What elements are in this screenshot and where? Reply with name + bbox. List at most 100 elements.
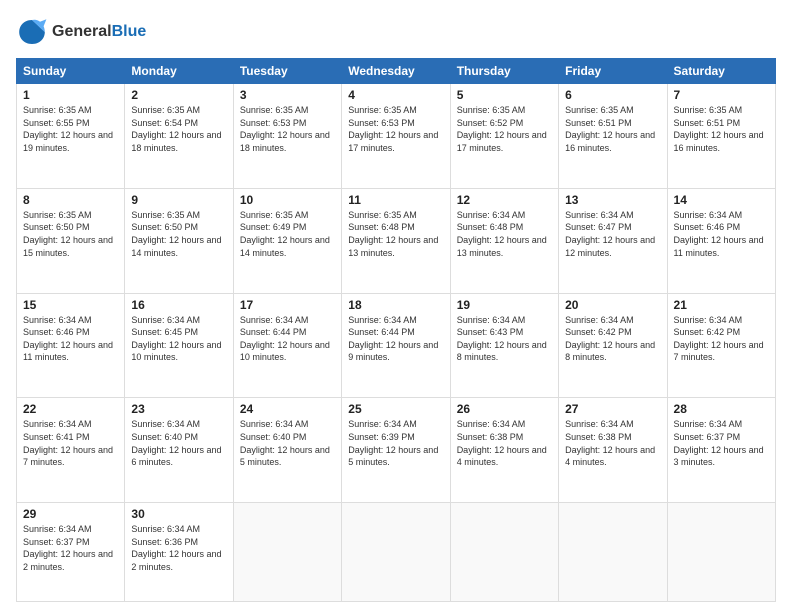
day-number: 4 — [348, 88, 443, 102]
calendar-day-cell: 13 Sunrise: 6:34 AM Sunset: 6:47 PM Dayl… — [559, 188, 667, 293]
calendar-day-cell: 29 Sunrise: 6:34 AM Sunset: 6:37 PM Dayl… — [17, 503, 125, 602]
sunset-label: Sunset: 6:54 PM — [131, 118, 198, 128]
daylight-label: Daylight: 12 hours and 6 minutes. — [131, 445, 221, 468]
daylight-label: Daylight: 12 hours and 17 minutes. — [348, 130, 438, 153]
logo-icon — [16, 16, 48, 48]
sunrise-label: Sunrise: 6:35 AM — [240, 210, 309, 220]
day-number: 12 — [457, 193, 552, 207]
daylight-label: Daylight: 12 hours and 18 minutes. — [240, 130, 330, 153]
day-number: 24 — [240, 402, 335, 416]
sunrise-label: Sunrise: 6:35 AM — [131, 210, 200, 220]
daylight-label: Daylight: 12 hours and 14 minutes. — [131, 235, 221, 258]
calendar-day-cell: 21 Sunrise: 6:34 AM Sunset: 6:42 PM Dayl… — [667, 293, 775, 398]
day-number: 1 — [23, 88, 118, 102]
day-info: Sunrise: 6:35 AM Sunset: 6:54 PM Dayligh… — [131, 104, 226, 154]
calendar-day-cell: 1 Sunrise: 6:35 AM Sunset: 6:55 PM Dayli… — [17, 84, 125, 189]
calendar-day-cell: 5 Sunrise: 6:35 AM Sunset: 6:52 PM Dayli… — [450, 84, 558, 189]
daylight-label: Daylight: 12 hours and 5 minutes. — [348, 445, 438, 468]
sunrise-label: Sunrise: 6:34 AM — [674, 419, 743, 429]
sunset-label: Sunset: 6:46 PM — [23, 327, 90, 337]
day-number: 18 — [348, 298, 443, 312]
sunrise-label: Sunrise: 6:34 AM — [23, 524, 92, 534]
sunrise-label: Sunrise: 6:35 AM — [457, 105, 526, 115]
sunset-label: Sunset: 6:46 PM — [674, 222, 741, 232]
sunrise-label: Sunrise: 6:35 AM — [348, 105, 417, 115]
sunset-label: Sunset: 6:44 PM — [240, 327, 307, 337]
day-info: Sunrise: 6:35 AM Sunset: 6:51 PM Dayligh… — [565, 104, 660, 154]
sunset-label: Sunset: 6:53 PM — [348, 118, 415, 128]
calendar-week-row: 1 Sunrise: 6:35 AM Sunset: 6:55 PM Dayli… — [17, 84, 776, 189]
day-number: 21 — [674, 298, 769, 312]
day-number: 3 — [240, 88, 335, 102]
sunrise-label: Sunrise: 6:35 AM — [23, 210, 92, 220]
calendar-week-row: 29 Sunrise: 6:34 AM Sunset: 6:37 PM Dayl… — [17, 503, 776, 602]
day-info: Sunrise: 6:35 AM Sunset: 6:52 PM Dayligh… — [457, 104, 552, 154]
sunrise-label: Sunrise: 6:35 AM — [23, 105, 92, 115]
day-info: Sunrise: 6:34 AM Sunset: 6:42 PM Dayligh… — [565, 314, 660, 364]
calendar-day-cell: 3 Sunrise: 6:35 AM Sunset: 6:53 PM Dayli… — [233, 84, 341, 189]
day-number: 23 — [131, 402, 226, 416]
sunrise-label: Sunrise: 6:35 AM — [674, 105, 743, 115]
calendar-day-cell: 14 Sunrise: 6:34 AM Sunset: 6:46 PM Dayl… — [667, 188, 775, 293]
daylight-label: Daylight: 12 hours and 7 minutes. — [23, 445, 113, 468]
weekday-header: Saturday — [667, 59, 775, 84]
calendar-day-cell: 30 Sunrise: 6:34 AM Sunset: 6:36 PM Dayl… — [125, 503, 233, 602]
sunrise-label: Sunrise: 6:34 AM — [565, 419, 634, 429]
calendar-day-cell — [667, 503, 775, 602]
calendar-day-cell — [450, 503, 558, 602]
sunset-label: Sunset: 6:37 PM — [674, 432, 741, 442]
sunrise-label: Sunrise: 6:34 AM — [565, 315, 634, 325]
page: GeneralBlue SundayMondayTuesdayWednesday… — [0, 0, 792, 612]
sunrise-label: Sunrise: 6:35 AM — [131, 105, 200, 115]
calendar-day-cell: 23 Sunrise: 6:34 AM Sunset: 6:40 PM Dayl… — [125, 398, 233, 503]
calendar-day-cell: 7 Sunrise: 6:35 AM Sunset: 6:51 PM Dayli… — [667, 84, 775, 189]
sunrise-label: Sunrise: 6:34 AM — [348, 315, 417, 325]
daylight-label: Daylight: 12 hours and 18 minutes. — [131, 130, 221, 153]
day-number: 26 — [457, 402, 552, 416]
sunset-label: Sunset: 6:36 PM — [131, 537, 198, 547]
day-number: 16 — [131, 298, 226, 312]
day-info: Sunrise: 6:35 AM Sunset: 6:49 PM Dayligh… — [240, 209, 335, 259]
daylight-label: Daylight: 12 hours and 17 minutes. — [457, 130, 547, 153]
calendar-day-cell — [342, 503, 450, 602]
logo-text: GeneralBlue — [52, 23, 146, 41]
calendar-day-cell: 22 Sunrise: 6:34 AM Sunset: 6:41 PM Dayl… — [17, 398, 125, 503]
day-number: 30 — [131, 507, 226, 521]
daylight-label: Daylight: 12 hours and 7 minutes. — [674, 340, 764, 363]
day-number: 27 — [565, 402, 660, 416]
sunset-label: Sunset: 6:51 PM — [674, 118, 741, 128]
calendar-day-cell: 2 Sunrise: 6:35 AM Sunset: 6:54 PM Dayli… — [125, 84, 233, 189]
sunrise-label: Sunrise: 6:34 AM — [23, 419, 92, 429]
sunset-label: Sunset: 6:38 PM — [457, 432, 524, 442]
day-number: 5 — [457, 88, 552, 102]
sunset-label: Sunset: 6:43 PM — [457, 327, 524, 337]
daylight-label: Daylight: 12 hours and 13 minutes. — [457, 235, 547, 258]
day-number: 17 — [240, 298, 335, 312]
calendar-day-cell: 24 Sunrise: 6:34 AM Sunset: 6:40 PM Dayl… — [233, 398, 341, 503]
calendar-week-row: 8 Sunrise: 6:35 AM Sunset: 6:50 PM Dayli… — [17, 188, 776, 293]
sunset-label: Sunset: 6:38 PM — [565, 432, 632, 442]
calendar-day-cell: 11 Sunrise: 6:35 AM Sunset: 6:48 PM Dayl… — [342, 188, 450, 293]
sunset-label: Sunset: 6:40 PM — [240, 432, 307, 442]
daylight-label: Daylight: 12 hours and 13 minutes. — [348, 235, 438, 258]
day-info: Sunrise: 6:35 AM Sunset: 6:55 PM Dayligh… — [23, 104, 118, 154]
daylight-label: Daylight: 12 hours and 14 minutes. — [240, 235, 330, 258]
calendar-week-row: 22 Sunrise: 6:34 AM Sunset: 6:41 PM Dayl… — [17, 398, 776, 503]
daylight-label: Daylight: 12 hours and 16 minutes. — [674, 130, 764, 153]
daylight-label: Daylight: 12 hours and 16 minutes. — [565, 130, 655, 153]
sunrise-label: Sunrise: 6:34 AM — [131, 524, 200, 534]
calendar-day-cell: 12 Sunrise: 6:34 AM Sunset: 6:48 PM Dayl… — [450, 188, 558, 293]
logo: GeneralBlue — [16, 16, 146, 48]
day-info: Sunrise: 6:35 AM Sunset: 6:53 PM Dayligh… — [348, 104, 443, 154]
sunset-label: Sunset: 6:50 PM — [131, 222, 198, 232]
sunrise-label: Sunrise: 6:34 AM — [457, 210, 526, 220]
sunset-label: Sunset: 6:52 PM — [457, 118, 524, 128]
day-info: Sunrise: 6:34 AM Sunset: 6:38 PM Dayligh… — [565, 418, 660, 468]
calendar-day-cell: 19 Sunrise: 6:34 AM Sunset: 6:43 PM Dayl… — [450, 293, 558, 398]
sunrise-label: Sunrise: 6:35 AM — [565, 105, 634, 115]
daylight-label: Daylight: 12 hours and 2 minutes. — [23, 549, 113, 572]
day-info: Sunrise: 6:34 AM Sunset: 6:47 PM Dayligh… — [565, 209, 660, 259]
day-info: Sunrise: 6:34 AM Sunset: 6:40 PM Dayligh… — [131, 418, 226, 468]
sunset-label: Sunset: 6:51 PM — [565, 118, 632, 128]
daylight-label: Daylight: 12 hours and 4 minutes. — [457, 445, 547, 468]
